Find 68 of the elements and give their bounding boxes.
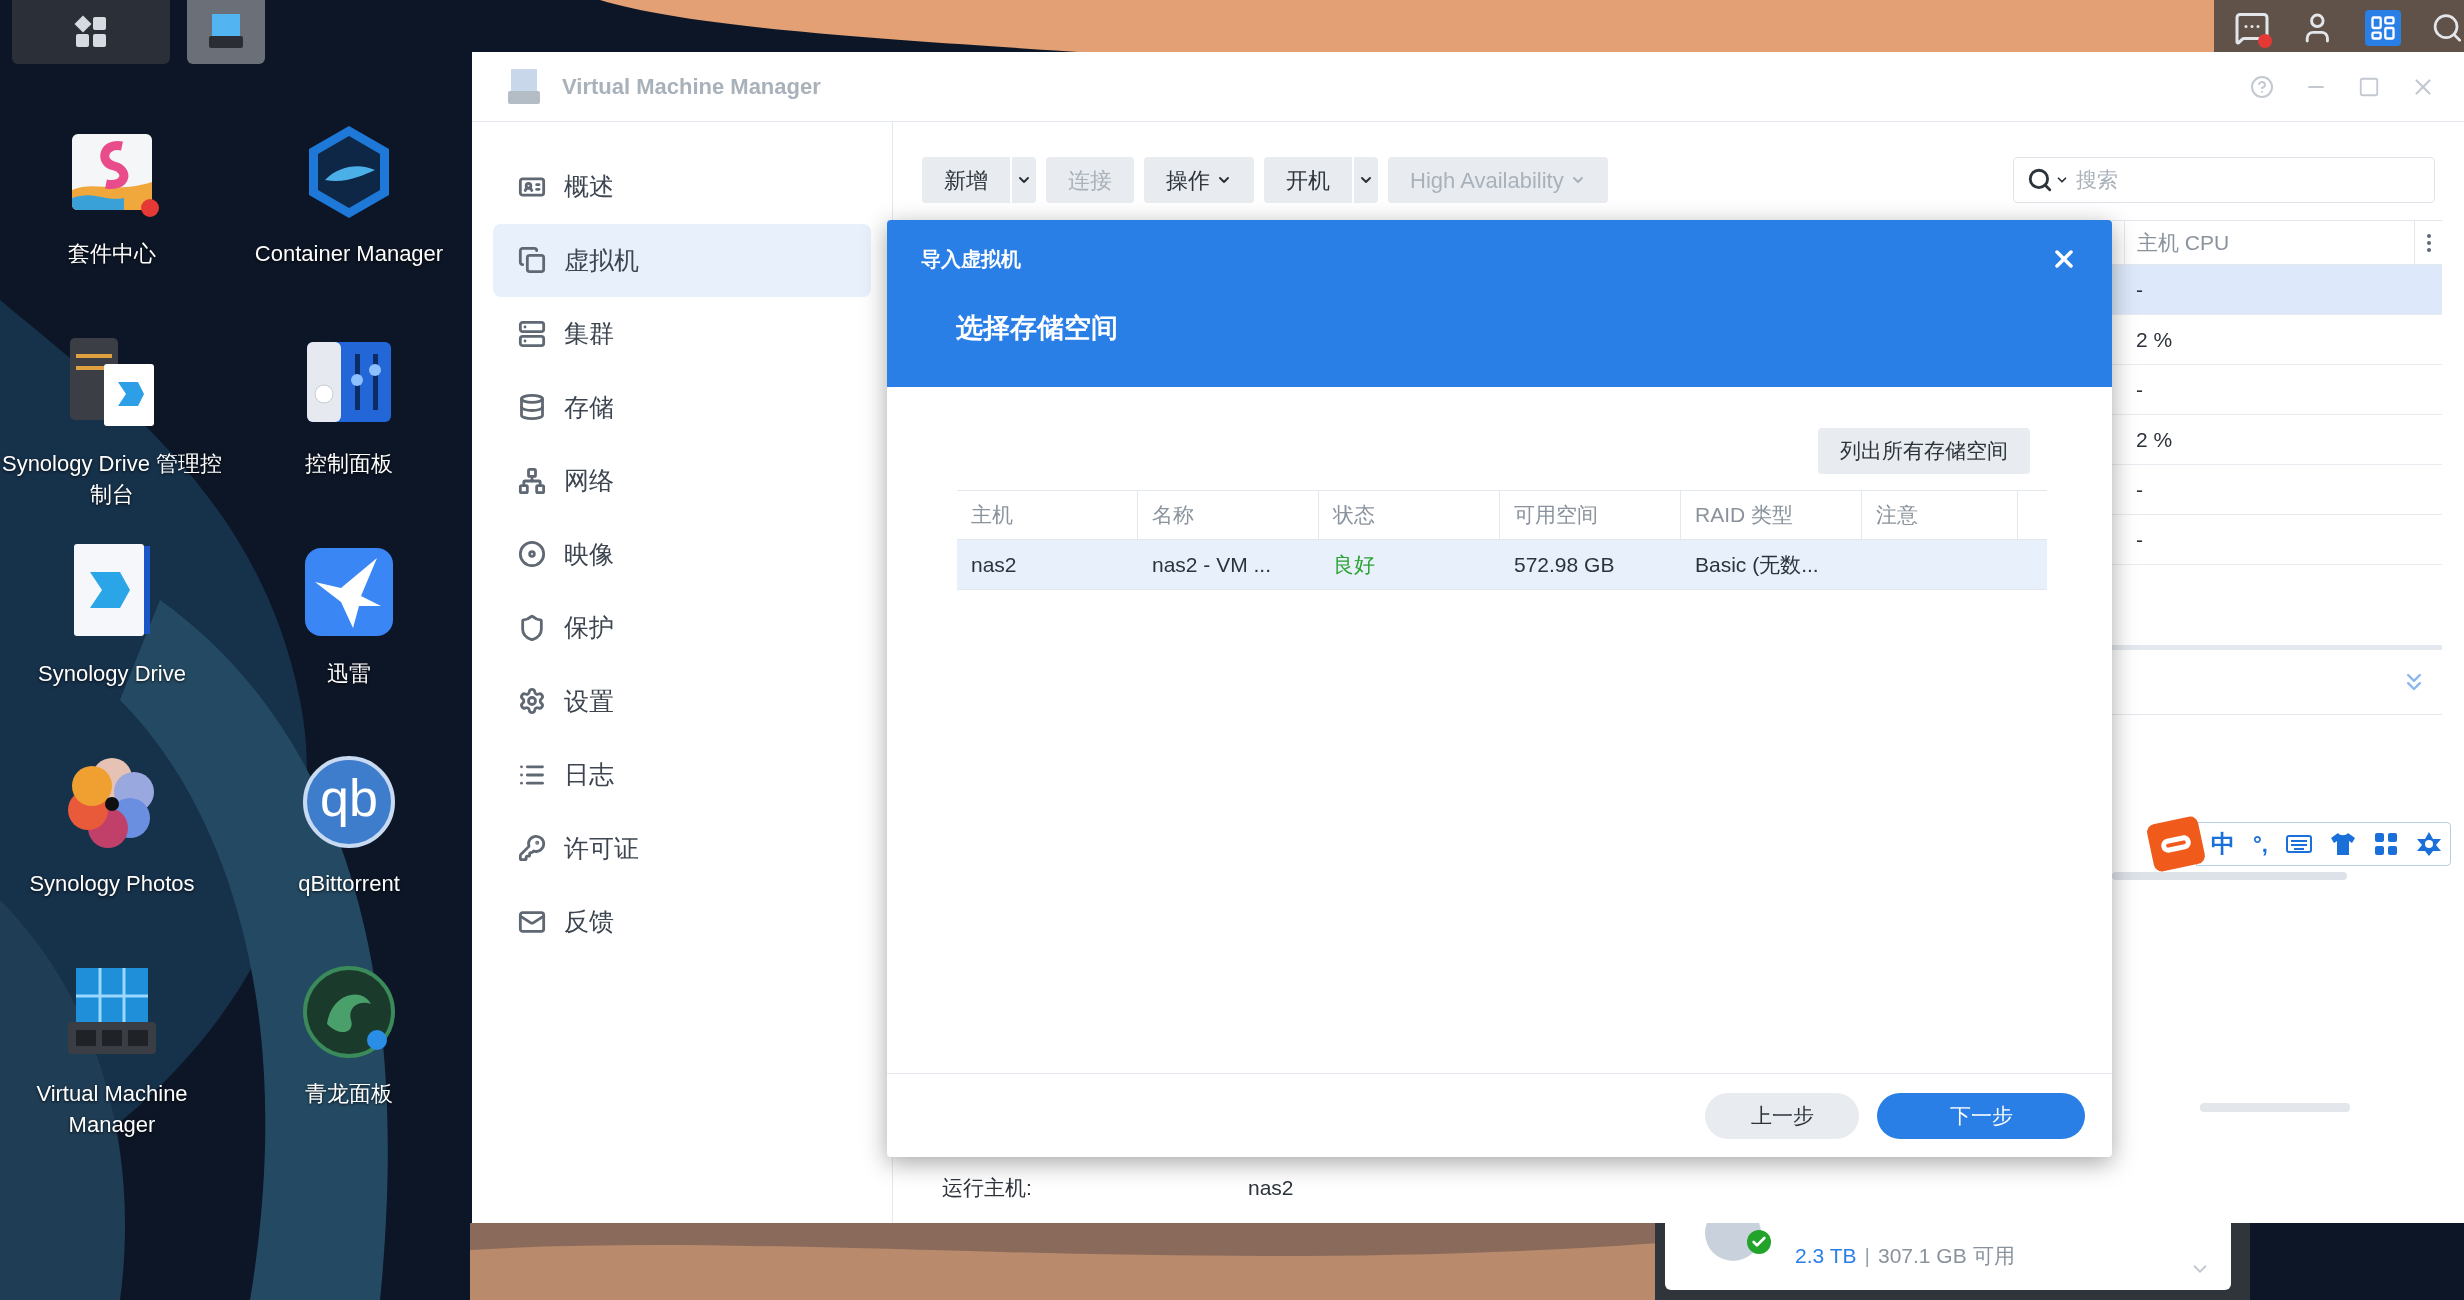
app-label[interactable]: Synology Drive (0, 658, 227, 689)
next-button[interactable]: 下一步 (1877, 1092, 2085, 1139)
window-title: Virtual Machine Manager (562, 73, 821, 101)
dropdown-button[interactable] (1354, 157, 1378, 203)
main-menu-button[interactable] (12, 0, 170, 64)
disc-icon (518, 540, 546, 569)
table-cell-text: nas2 - VM ... (1151, 551, 1273, 578)
table-row[interactable]: - (2112, 265, 2442, 315)
sidebar-item[interactable]: 设置 (493, 664, 871, 738)
search-icon[interactable] (2027, 167, 2053, 193)
app-label[interactable]: Virtual Machine Manager (0, 1078, 227, 1140)
star-icon[interactable] (2415, 831, 2442, 857)
back-button[interactable]: 上一步 (1705, 1092, 1859, 1139)
total-capacity: 2.3 TB (1795, 1243, 1857, 1269)
status-cell-text: 良好 (1332, 551, 1376, 578)
dragon-emblem-icon (301, 964, 397, 1060)
app-label[interactable]: 迅雷 (234, 658, 464, 689)
sidebar-item[interactable]: 映像 (493, 517, 871, 591)
step-title: 选择存储空间 (956, 312, 1119, 345)
table-row[interactable]: nas2 nas2 - VM ... 良好 572.98 GB Basic (无数... (957, 540, 2047, 590)
table-cell-text: Basic (无数... (1694, 551, 1820, 578)
settings-icon (518, 687, 546, 716)
field-label: 运行主机: (942, 1175, 1033, 1201)
dialog-title: 导入虚拟机 (921, 247, 1021, 272)
free-space: 307.1 GB 可用 (1877, 1243, 2015, 1269)
search-field[interactable]: 搜索 (2013, 157, 2435, 203)
sidebar-item[interactable]: 反馈 (493, 885, 871, 959)
separator: | (1864, 1243, 1870, 1269)
check-icon (1747, 1230, 1771, 1254)
scrollbar[interactable] (2112, 872, 2347, 880)
keyboard-icon[interactable] (2285, 834, 2312, 854)
input-mode[interactable]: 中 (2211, 826, 2235, 862)
shirt-icon[interactable] (2329, 832, 2356, 856)
chat-icon[interactable] (2234, 10, 2270, 46)
app-label[interactable]: 控制面板 (234, 448, 464, 479)
toolbar-button[interactable]: 新增 (922, 157, 1010, 203)
sidebar-item[interactable]: 虚拟机 (493, 223, 871, 297)
list-storage-button[interactable]: 列出所有存储空间 (1818, 428, 2030, 474)
sidebar-item[interactable]: 许可证 (493, 811, 871, 885)
grid-icon (74, 15, 108, 49)
toolbar-button[interactable]: 开机 (1264, 157, 1352, 203)
app-label[interactable]: 套件中心 (0, 238, 227, 269)
widgets-icon[interactable] (2364, 10, 2402, 46)
app-label[interactable]: Synology Drive 管理控制台 (0, 448, 227, 510)
copy-icon (518, 246, 546, 275)
dropdown-button[interactable] (1012, 157, 1036, 203)
network-icon (518, 466, 546, 495)
app-label[interactable]: Synology Photos (0, 868, 227, 899)
menu-button[interactable]: 操作 (1144, 157, 1254, 203)
sidebar-item[interactable]: 保护 (493, 591, 871, 665)
key-icon (518, 834, 546, 863)
taskbar-app-button[interactable] (187, 0, 265, 64)
database-icon (518, 393, 546, 422)
server-icon (518, 319, 546, 348)
app-label[interactable]: qBittorrent (234, 868, 464, 899)
table-cell-text: nas2 (970, 551, 1018, 578)
sidebar-item[interactable]: 概述 (493, 150, 871, 224)
sidebar-item[interactable]: 网络 (493, 444, 871, 518)
app-label[interactable]: 青龙面板 (234, 1078, 464, 1109)
apps-icon[interactable] (2373, 832, 2398, 856)
field-value: nas2 (1248, 1175, 1294, 1201)
app-label[interactable]: Container Manager (234, 238, 464, 269)
sidebar-item[interactable]: 日志 (493, 738, 871, 812)
shield-icon (518, 613, 546, 642)
table-cell-text: 572.98 GB (1513, 551, 1616, 578)
punctuation-mode[interactable]: °, (2253, 827, 2268, 861)
sidebar-item[interactable]: 存储 (493, 370, 871, 444)
sidebar-item[interactable]: 集群 (493, 297, 871, 371)
